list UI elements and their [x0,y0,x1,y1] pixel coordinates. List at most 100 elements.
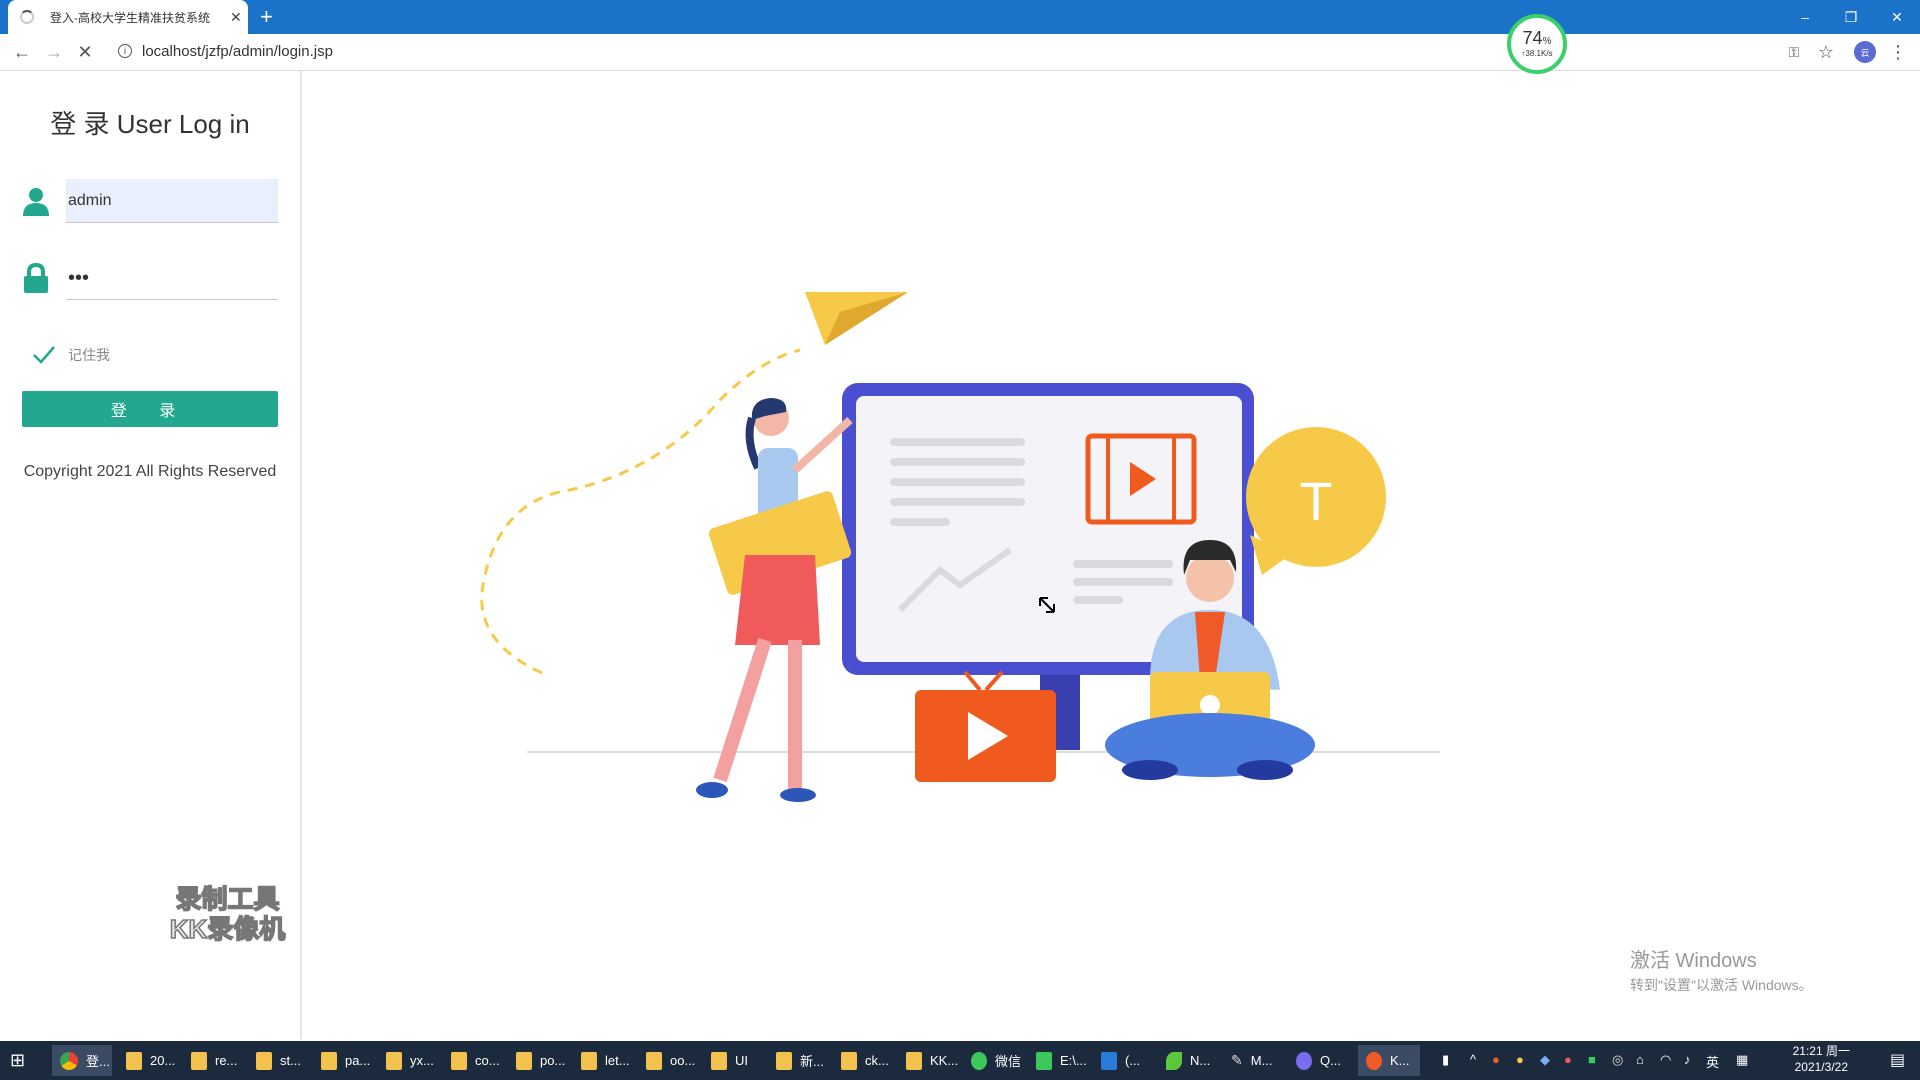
gauge-rate: ↑38.1K/s [1521,49,1553,58]
taskbar-item[interactable]: (... [1093,1045,1140,1076]
taskbar-label: pa... [345,1053,371,1068]
tray-chevron-up-icon[interactable]: ^ [1470,1052,1476,1067]
notification-icon[interactable]: ▤ [1890,1050,1905,1070]
taskbar-item[interactable]: oo... [638,1045,695,1076]
gauge-percent: 74% [1522,28,1552,48]
taskbar-item[interactable]: po... [508,1045,565,1076]
start-windows-icon[interactable]: ⊞ [10,1045,25,1076]
windows-taskbar: ⊞ 登... 20... re... st... pa... yx... co.… [0,1041,1920,1080]
taskbar-item[interactable]: ck... [833,1045,889,1076]
folder-icon [841,1051,857,1070]
taskbar-label: Q... [1320,1053,1341,1068]
taskbar-label: 登... [86,1054,110,1069]
taskbar-item-wechat[interactable]: 微信 [963,1045,1021,1076]
folder-icon [451,1051,467,1070]
wechat-icon [971,1051,987,1070]
taskbar-item[interactable]: UI [703,1045,748,1076]
tray-app-icon[interactable]: ◆ [1540,1052,1550,1068]
remember-me-checkbox[interactable]: 记住我 [32,345,110,365]
taskbar-item[interactable]: co... [443,1045,500,1076]
ime-indicator[interactable]: 英 [1706,1052,1719,1071]
profile-avatar-icon[interactable]: 云 [1854,41,1876,63]
login-illustration: T [480,292,1440,802]
taskbar-label: KK... [930,1053,959,1068]
taskbar-label: 新... [800,1054,824,1069]
site-info-icon[interactable]: i [118,44,132,58]
windows-activation-notice: 激活 Windows 转到"设置"以激活 Windows。 [1630,944,1813,995]
stop-loading-icon[interactable]: ✕ [73,40,97,64]
copyright-text: Copyright 2021 All Rights Reserved [23,463,277,480]
recorder-watermark: 录制工具 KK录像机 [160,883,295,945]
clock-date: 2021/3/22 [1794,1060,1848,1074]
activation-subtitle: 转到"设置"以激活 Windows。 [1630,977,1813,993]
taskbar-item[interactable]: yx... [378,1045,434,1076]
folder-icon [386,1051,402,1070]
taskbar-item[interactable]: N... [1158,1045,1210,1076]
taskbar-item[interactable]: ✎ M... [1223,1045,1272,1076]
system-clock[interactable]: 21:21 周一 2021/3/22 [1793,1043,1850,1075]
key-icon[interactable]: ⚿ [1782,40,1806,64]
taskbar-item[interactable]: 20... [118,1045,175,1076]
taskbar-label: (... [1125,1053,1141,1068]
vscode-icon [1101,1051,1117,1070]
back-arrow-icon[interactable]: ← [10,40,34,64]
network-icon[interactable]: ⌂ [1636,1052,1644,1067]
url-field[interactable]: localhost/jzfp/admin/login.jsp [142,43,333,60]
minimize-button[interactable]: – [1782,0,1828,34]
clock-time: 21:21 周一 [1792,1044,1850,1058]
tv-play-icon [915,670,1056,782]
tray-app-icon[interactable]: ● [1564,1052,1572,1067]
taskbar-label: co... [475,1053,500,1068]
lightbulb-bubble-icon: T [1246,427,1386,575]
pen-icon: ✎ [1231,1051,1243,1068]
lock-icon [24,263,48,293]
forward-arrow-icon[interactable]: → [42,40,66,64]
watermark-line-1: 录制工具 [175,883,281,915]
taskbar-item[interactable]: E:\... [1028,1045,1087,1076]
username-input[interactable] [66,179,278,223]
taskbar-label: re... [215,1053,238,1068]
window-close-button[interactable]: ✕ [1874,0,1920,34]
chrome-icon [60,1051,78,1070]
taskbar-label: N... [1190,1053,1211,1068]
taskbar-label: let... [605,1053,630,1068]
browser-tab[interactable]: 登入-高校大学生精准扶贫系统 ✕ [8,0,248,34]
taskbar-item[interactable]: pa... [313,1045,370,1076]
bookmark-star-icon[interactable]: ☆ [1814,40,1838,64]
svg-text:T: T [1300,472,1333,532]
password-input[interactable]: ••• [66,256,278,300]
taskbar-item-kk-recorder[interactable]: K... [1358,1045,1420,1076]
volume-icon[interactable]: ♪ [1684,1052,1691,1067]
taskbar-item[interactable]: 新... [768,1045,824,1076]
folder-icon [191,1051,207,1070]
taskbar-item-chrome[interactable]: 登... [52,1045,112,1076]
taskbar-item[interactable]: re... [183,1045,237,1076]
wifi-icon[interactable]: ◠ [1660,1052,1671,1068]
tray-app-icon[interactable]: ● [1516,1052,1524,1067]
folder-icon [516,1051,532,1070]
tray-app-icon[interactable]: ■ [1588,1052,1596,1067]
activation-title: 激活 Windows [1630,950,1757,972]
tab-close-icon[interactable]: ✕ [230,9,242,26]
login-title: 登 录 User Log in [50,109,250,139]
menu-kebab-icon[interactable]: ⋮ [1886,40,1910,64]
taskbar-label: UI [735,1053,748,1068]
woman-figure [696,398,853,802]
new-tab-button[interactable]: + [260,4,273,30]
checkmark-icon [33,346,55,364]
tray-app-icon[interactable]: ● [1492,1052,1500,1067]
restore-button[interactable]: ❐ [1828,0,1874,34]
battery-icon[interactable]: ▮ [1442,1052,1449,1068]
address-bar: ← → ✕ i localhost/jzfp/admin/login.jsp ⚿… [0,34,1920,71]
keyboard-grid-icon[interactable]: ▦ [1736,1052,1748,1068]
taskbar-label: ck... [865,1053,889,1068]
taskbar-item[interactable]: st... [248,1045,301,1076]
folder-icon [646,1051,662,1070]
login-button[interactable]: 登 录 [22,391,278,427]
taskbar-item[interactable]: KK... [898,1045,958,1076]
taskbar-item[interactable]: let... [573,1045,630,1076]
taskbar-item[interactable]: Q... [1288,1045,1341,1076]
tab-title: 登入-高校大学生精准扶贫系统 [50,10,210,25]
wechat-tray-icon[interactable]: ◎ [1612,1052,1623,1068]
network-speed-gauge: 74% ↑38.1K/s [1507,14,1567,74]
